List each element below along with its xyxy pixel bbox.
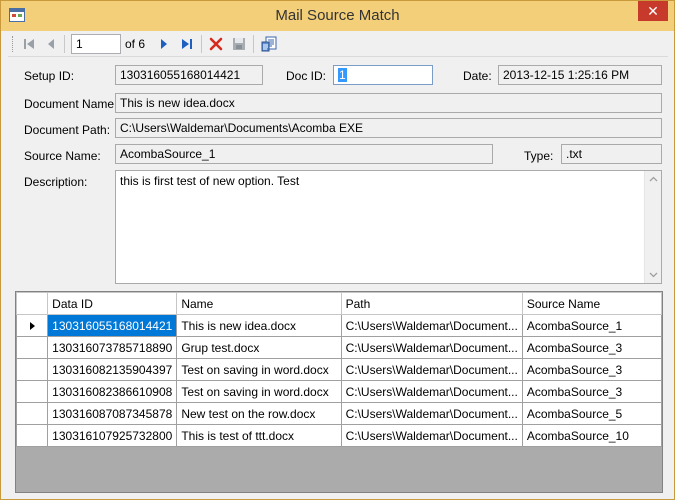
cell-name[interactable]: New test on the row.docx [176, 402, 342, 425]
date-label: Date: [463, 69, 492, 83]
delete-button[interactable] [207, 35, 225, 53]
date-field[interactable]: 2013-12-15 1:25:16 PM [498, 65, 662, 85]
data-grid[interactable]: Data ID Name Path Source Name 1303160551… [15, 291, 663, 493]
navigator-toolbar: of 6 [8, 31, 668, 57]
description-label: Description: [24, 175, 88, 189]
delete-icon [209, 37, 223, 51]
document-path-field[interactable]: C:\Users\Waldemar\Documents\Acomba EXE [115, 118, 662, 138]
export-icon [261, 36, 277, 52]
cell-name[interactable]: This is test of ttt.docx [176, 424, 342, 447]
last-icon [182, 39, 192, 49]
cell-source-name[interactable]: AcombaSource_3 [521, 380, 662, 403]
row-header-corner[interactable] [16, 292, 49, 315]
table-row[interactable]: 130316073785718890 Grup test.docx C:\Use… [16, 336, 662, 359]
close-button[interactable]: ✕ [638, 1, 668, 21]
grid-table: Data ID Name Path Source Name 1303160551… [16, 292, 662, 447]
cell-source-name[interactable]: AcombaSource_10 [521, 424, 662, 447]
description-text: this is first test of new option. Test [120, 174, 300, 188]
row-header[interactable] [16, 314, 49, 337]
type-label: Type: [524, 149, 554, 163]
previous-icon [48, 39, 54, 49]
save-icon [233, 38, 245, 50]
toolbar-grip[interactable] [12, 36, 15, 52]
row-header[interactable] [16, 358, 49, 381]
column-header-source-name[interactable]: Source Name [521, 292, 662, 315]
description-textarea[interactable]: this is first test of new option. Test [115, 170, 662, 284]
row-header[interactable] [16, 424, 49, 447]
client-area: of 6 [8, 31, 668, 494]
description-scrollbar[interactable] [644, 171, 661, 283]
cell-data-id[interactable]: 130316082135904397 [47, 358, 178, 381]
source-name-field[interactable]: AcombaSource_1 [115, 144, 493, 164]
column-header-name[interactable]: Name [176, 292, 342, 315]
next-icon [161, 39, 167, 49]
row-header[interactable] [16, 336, 49, 359]
type-field[interactable]: .txt [561, 144, 662, 164]
table-row[interactable]: 130316087087345878 New test on the row.d… [16, 402, 662, 425]
setup-id-label: Setup ID: [24, 69, 75, 83]
scroll-down-icon[interactable] [649, 270, 658, 279]
table-row[interactable]: 130316082386610908 Test on saving in wor… [16, 380, 662, 403]
cell-name[interactable]: This is new idea.docx [176, 314, 342, 337]
cell-path[interactable]: C:\Users\Waldemar\Document... [340, 424, 523, 447]
cell-data-id[interactable]: 130316087087345878 [47, 402, 178, 425]
cell-source-name[interactable]: AcombaSource_3 [521, 358, 662, 381]
cell-name[interactable]: Grup test.docx [176, 336, 342, 359]
cell-data-id[interactable]: 130316107925732800 [47, 424, 178, 447]
document-name-label: Document Name: [24, 97, 118, 111]
move-next-button[interactable] [155, 35, 173, 53]
table-row[interactable]: 130316055168014421 This is new idea.docx… [16, 314, 662, 337]
save-button[interactable] [230, 35, 248, 53]
column-header-data-id[interactable]: Data ID [47, 292, 178, 315]
toolbar-separator [253, 35, 254, 53]
scroll-up-icon[interactable] [649, 175, 658, 184]
cell-data-id[interactable]: 130316055168014421 [47, 314, 178, 337]
main-window: Mail Source Match ✕ of 6 [0, 0, 675, 500]
move-last-button[interactable] [178, 35, 196, 53]
cell-source-name[interactable]: AcombaSource_5 [521, 402, 662, 425]
document-path-label: Document Path: [24, 123, 111, 137]
cell-data-id[interactable]: 130316073785718890 [47, 336, 178, 359]
first-icon [24, 39, 34, 49]
cell-source-name[interactable]: AcombaSource_3 [521, 336, 662, 359]
cell-path[interactable]: C:\Users\Waldemar\Document... [340, 380, 523, 403]
document-name-field[interactable]: This is new idea.docx [115, 93, 662, 113]
window-title: Mail Source Match [275, 7, 400, 24]
cell-path[interactable]: C:\Users\Waldemar\Document... [340, 314, 523, 337]
cell-path[interactable]: C:\Users\Waldemar\Document... [340, 336, 523, 359]
export-button[interactable] [260, 35, 278, 53]
move-first-button[interactable] [20, 35, 38, 53]
cell-data-id[interactable]: 130316082386610908 [47, 380, 178, 403]
cell-name[interactable]: Test on saving in word.docx [176, 380, 342, 403]
record-count-label: of 6 [125, 37, 146, 51]
title-bar[interactable]: Mail Source Match ✕ [1, 1, 674, 31]
doc-id-value: 1 [338, 68, 347, 82]
grid-header-row: Data ID Name Path Source Name [16, 292, 662, 315]
toolbar-separator [201, 35, 202, 53]
source-name-label: Source Name: [24, 149, 101, 163]
move-previous-button[interactable] [42, 35, 60, 53]
table-row[interactable]: 130316107925732800 This is test of ttt.d… [16, 424, 662, 447]
column-header-path[interactable]: Path [340, 292, 523, 315]
current-row-icon [29, 321, 35, 330]
position-input[interactable] [71, 34, 121, 54]
cell-path[interactable]: C:\Users\Waldemar\Document... [340, 402, 523, 425]
setup-id-field[interactable]: 130316055168014421 [115, 65, 263, 85]
cell-path[interactable]: C:\Users\Waldemar\Document... [340, 358, 523, 381]
cell-name[interactable]: Test on saving in word.docx [176, 358, 342, 381]
doc-id-label: Doc ID: [286, 69, 327, 83]
table-row[interactable]: 130316082135904397 Test on saving in wor… [16, 358, 662, 381]
row-header[interactable] [16, 380, 49, 403]
cell-source-name[interactable]: AcombaSource_1 [521, 314, 662, 337]
toolbar-separator [64, 35, 65, 53]
row-header[interactable] [16, 402, 49, 425]
doc-id-field[interactable]: 1 [333, 65, 433, 85]
